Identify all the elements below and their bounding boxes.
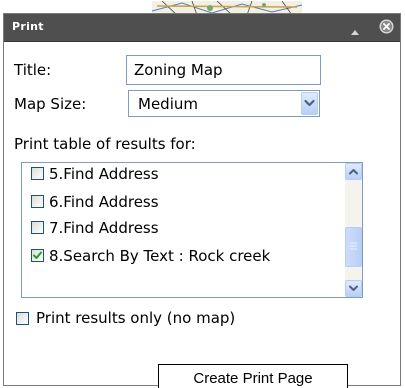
map-background-fragment (122, 0, 332, 14)
results-only-checkbox[interactable] (16, 312, 29, 325)
result-checkbox-5[interactable] (31, 167, 44, 180)
results-list-content: 5.Find Address 6.Find Address 7.Find Add… (22, 163, 342, 297)
chevron-down-icon (349, 285, 358, 291)
map-size-label: Map Size: (14, 95, 87, 113)
scrollbar-thumb[interactable] (345, 227, 362, 267)
title-label: Title: (14, 61, 52, 79)
title-input[interactable] (126, 55, 321, 85)
print-table-label: Print table of results for: (14, 135, 196, 153)
create-print-page-button[interactable]: Create Print Page (158, 364, 348, 388)
scroll-down-button[interactable] (345, 280, 362, 297)
map-size-select[interactable]: Medium (128, 90, 320, 117)
close-circle-icon[interactable] (379, 19, 394, 34)
results-only-label: Print results only (no map) (36, 309, 236, 327)
result-checkbox-6[interactable] (31, 195, 44, 208)
print-dialog: Print Title: Map Size: Medium Print tabl… (3, 13, 401, 388)
thumb-grip-icon (350, 242, 357, 250)
dialog-titlebar[interactable]: Print (4, 14, 400, 42)
results-scrollbar[interactable] (345, 163, 362, 297)
list-item-label: 7.Find Address (49, 219, 159, 237)
map-size-value: Medium (138, 95, 198, 113)
scroll-up-button[interactable] (345, 163, 362, 180)
list-item-label: 6.Find Address (49, 193, 159, 211)
chevron-up-icon (349, 169, 358, 175)
dialog-title: Print (12, 20, 44, 33)
list-item-label: 8.Search By Text : Rock creek (49, 247, 271, 265)
results-listbox[interactable]: 5.Find Address 6.Find Address 7.Find Add… (21, 162, 363, 298)
list-item-label: 5.Find Address (49, 165, 159, 183)
dropdown-arrow-button[interactable] (301, 92, 318, 115)
result-checkbox-7[interactable] (31, 221, 44, 234)
collapse-up-icon[interactable] (350, 23, 360, 35)
